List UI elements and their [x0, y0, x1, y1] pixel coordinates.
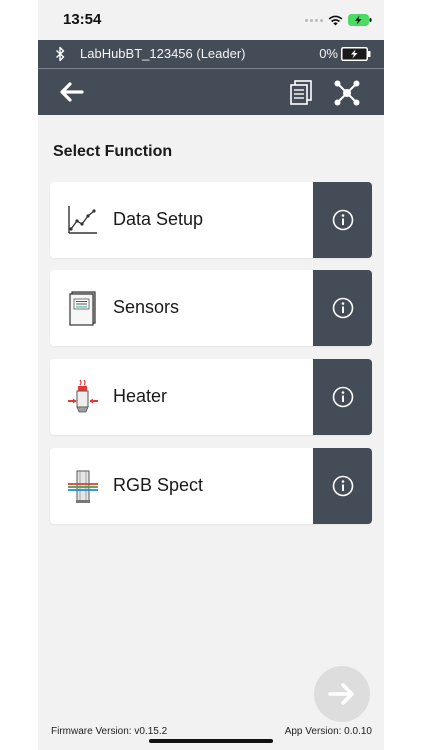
device-connection-bar: LabHubBT_123456 (Leader) 0%	[38, 40, 384, 69]
home-indicator[interactable]	[149, 739, 273, 743]
battery-charging-icon	[348, 14, 372, 26]
info-button-sensors[interactable]	[313, 270, 372, 346]
function-label: Heater	[113, 386, 168, 406]
rgb-spectrometer-icon	[68, 470, 98, 503]
line-chart-icon	[68, 206, 97, 234]
function-data-setup[interactable]: Data Setup	[50, 182, 372, 258]
firmware-version: Firmware Version: v0.15.2	[51, 726, 168, 737]
function-label: Data Setup	[113, 209, 204, 229]
status-icons	[305, 13, 372, 27]
status-bar: 13:54	[38, 0, 384, 40]
bluetooth-icon	[56, 46, 65, 62]
info-icon	[332, 209, 353, 231]
info-icon	[332, 297, 353, 319]
function-rgb-spect[interactable]: RGB Spect	[50, 448, 372, 524]
arrow-right-icon	[328, 683, 354, 705]
device-battery-percent: 0%	[319, 46, 338, 61]
info-button-rgb-spect[interactable]	[313, 448, 372, 524]
sensor-module-icon	[69, 291, 96, 326]
documents-icon	[290, 80, 312, 105]
network-icon	[334, 80, 360, 106]
app-screen: 13:54 LabHubBT_123456 (Leader) 0% Select…	[38, 0, 384, 750]
wifi-icon	[328, 15, 343, 25]
function-heater[interactable]: Heater	[50, 359, 372, 435]
info-icon	[332, 386, 353, 408]
function-label: RGB Spect	[113, 475, 204, 495]
toolbar	[38, 69, 384, 115]
back-button[interactable]	[58, 80, 88, 104]
documents-button[interactable]	[289, 80, 313, 106]
arrow-left-icon	[60, 82, 84, 102]
device-battery-icon	[341, 47, 371, 61]
function-label: Sensors	[113, 297, 180, 317]
heater-icon	[68, 379, 98, 413]
info-button-data-setup[interactable]	[313, 182, 372, 258]
info-button-heater[interactable]	[313, 359, 372, 435]
function-sensors[interactable]: Sensors	[50, 270, 372, 346]
device-name: LabHubBT_123456 (Leader)	[80, 46, 246, 61]
section-title: Select Function	[53, 143, 173, 160]
app-version: App Version: 0.0.10	[284, 726, 372, 737]
status-time: 13:54	[63, 11, 102, 28]
info-icon	[332, 475, 353, 497]
network-button[interactable]	[333, 79, 361, 107]
next-button[interactable]	[314, 666, 370, 722]
cellular-signal-icon	[305, 18, 323, 22]
